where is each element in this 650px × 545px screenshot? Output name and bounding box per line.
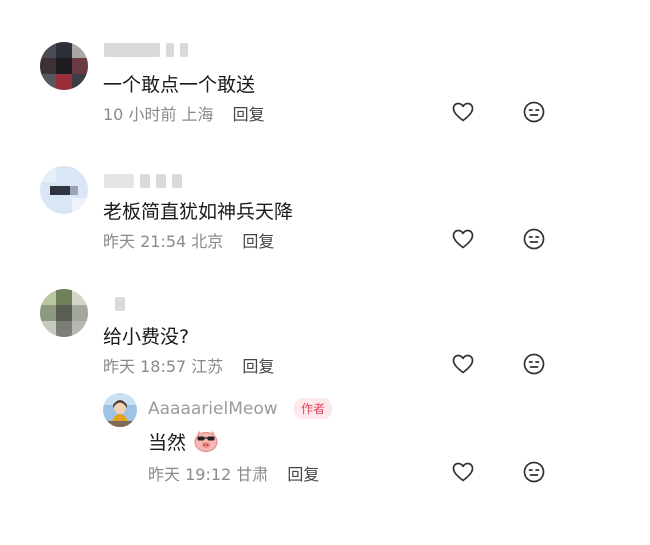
comment-location: 上海	[181, 105, 214, 124]
reply-time: 昨天 19:12	[148, 465, 232, 484]
reply-text: 当然	[148, 428, 219, 455]
author-badge: 作者	[294, 398, 333, 419]
cool-pig-emoji-icon	[194, 431, 218, 452]
meh-face-icon[interactable]	[522, 460, 546, 484]
username-redacted[interactable]	[115, 297, 125, 311]
heart-icon[interactable]	[451, 100, 475, 124]
reply-button[interactable]: 回复	[242, 357, 274, 376]
author-reply: AaaaarielMeow 作者 当然 昨天 19:12 甘肃 回复	[0, 390, 650, 520]
heart-icon[interactable]	[451, 352, 475, 376]
avatar[interactable]	[40, 289, 88, 337]
author-username[interactable]: AaaaarielMeow	[148, 399, 278, 419]
comment-time: 昨天 21:54	[103, 232, 187, 251]
comment-item: 老板简直犹如神兵天降 昨天 21:54 北京 回复	[0, 150, 650, 280]
avatar[interactable]	[40, 42, 88, 90]
username-redacted[interactable]	[104, 43, 188, 57]
comment-item: 给小费没? 昨天 18:57 江苏 回复	[0, 280, 650, 390]
meh-face-icon[interactable]	[522, 352, 546, 376]
comment-time: 昨天 18:57	[103, 357, 187, 376]
reply-location: 甘肃	[236, 465, 269, 484]
comment-meta: 昨天 21:54 北京 回复	[103, 228, 274, 252]
heart-icon[interactable]	[451, 460, 475, 484]
meh-face-icon[interactable]	[522, 227, 546, 251]
heart-icon[interactable]	[451, 227, 475, 251]
reply-text-content: 当然	[148, 432, 187, 454]
reply-button[interactable]: 回复	[287, 465, 319, 484]
comment-location: 江苏	[191, 357, 224, 376]
comment-text: 老板简直犹如神兵天降	[103, 201, 294, 223]
comment-meta: 昨天 18:57 江苏 回复	[103, 353, 274, 377]
reply-button[interactable]: 回复	[242, 232, 274, 251]
comment-time: 10 小时前	[103, 105, 177, 124]
avatar[interactable]	[40, 166, 88, 214]
reply-button[interactable]: 回复	[233, 105, 265, 124]
comment-text: 给小费没?	[103, 326, 190, 348]
username-redacted[interactable]	[104, 174, 182, 188]
author-avatar[interactable]	[103, 393, 137, 427]
meh-face-icon[interactable]	[522, 100, 546, 124]
reply-meta: 昨天 19:12 甘肃 回复	[148, 461, 319, 485]
comment-location: 北京	[191, 232, 224, 251]
comment-text: 一个敢点一个敢送	[103, 74, 256, 96]
comment-meta: 10 小时前 上海 回复	[103, 101, 265, 125]
comment-item: 一个敢点一个敢送 10 小时前 上海 回复	[0, 0, 650, 150]
